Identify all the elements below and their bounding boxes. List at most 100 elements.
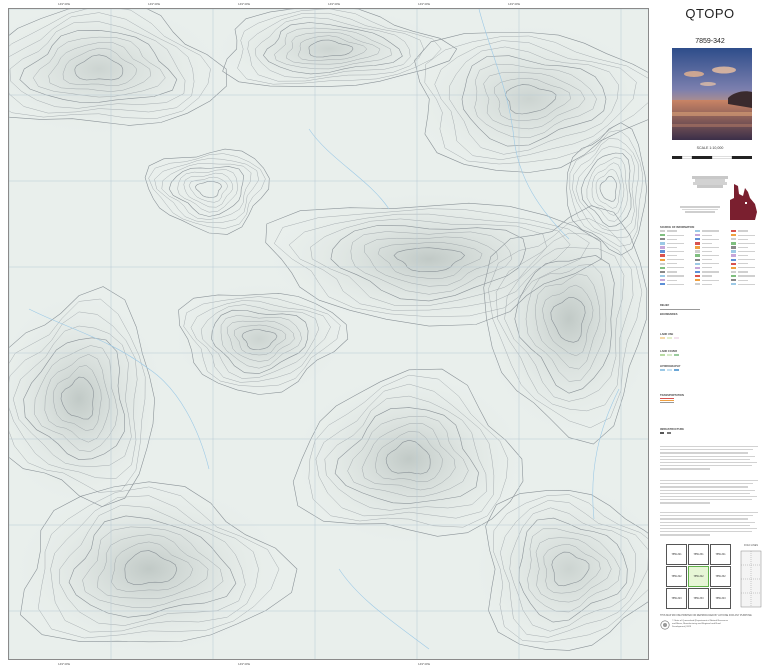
text-line-placeholder xyxy=(660,449,753,451)
text-line-placeholder xyxy=(660,499,752,501)
legend-label-placeholder xyxy=(702,267,713,269)
legend-label-placeholder xyxy=(702,230,720,232)
legend-symbol xyxy=(660,278,665,282)
text-line-placeholder xyxy=(660,524,750,527)
footer-notice: THIS MAP MAY BE PRINTED OR REPRODUCED BY… xyxy=(660,614,752,617)
legend-label-placeholder xyxy=(667,246,677,249)
legend-symbol xyxy=(660,242,665,245)
text-line-placeholder xyxy=(660,452,748,454)
text-line-placeholder xyxy=(660,480,758,482)
legend-symbol xyxy=(695,283,701,286)
topographic-map[interactable] xyxy=(9,9,649,660)
text-line-placeholder xyxy=(660,458,750,461)
legend-symbol xyxy=(695,246,701,249)
text-line-placeholder xyxy=(660,492,750,495)
legend-label-placeholder xyxy=(737,283,755,285)
legend-label-placeholder xyxy=(667,263,677,265)
queensland-crest-icon xyxy=(660,620,670,630)
cover-photo xyxy=(672,48,752,140)
legend-symbol xyxy=(695,262,701,265)
legend-label-placeholder xyxy=(702,238,720,240)
legend-symbol xyxy=(660,250,665,253)
index-cell: 7859-332 xyxy=(710,566,731,587)
legend-symbol xyxy=(660,274,665,278)
legend-label-placeholder xyxy=(702,279,720,281)
legend-row xyxy=(730,282,764,286)
legend-label-placeholder xyxy=(667,267,684,269)
legend-symbol xyxy=(660,233,665,237)
legend-heading-infrastructure: INFRASTRUCTURE xyxy=(660,428,684,431)
text-line-placeholder xyxy=(660,462,757,464)
legend-transportation: TRANSPORTATION xyxy=(660,394,764,404)
legend-symbol xyxy=(695,242,701,245)
text-line-placeholder xyxy=(660,512,758,514)
legend-label-placeholder xyxy=(737,238,748,240)
legend-heading-transportation: TRANSPORTATION xyxy=(660,394,684,397)
legend-symbol xyxy=(730,254,736,257)
legend-label-placeholder xyxy=(737,271,748,273)
legend-source-rows xyxy=(660,229,764,286)
legend-symbol xyxy=(660,262,665,265)
legend-symbol xyxy=(730,242,736,245)
legend-symbol xyxy=(730,250,736,253)
text-line-placeholder xyxy=(660,502,710,504)
legend-heading-relief: RELIEF xyxy=(660,304,670,307)
legend-label-placeholder xyxy=(702,263,720,265)
scale-bar xyxy=(672,156,752,159)
text-line-placeholder xyxy=(660,468,710,470)
legend-symbol xyxy=(660,258,665,261)
legend-symbol xyxy=(695,238,701,241)
legend-label-placeholder xyxy=(702,246,720,249)
legend-label-placeholder xyxy=(702,275,713,277)
legend-label-placeholder xyxy=(737,246,748,249)
text-line-placeholder xyxy=(660,528,757,530)
legend-symbol xyxy=(660,254,665,257)
legend-label-placeholder xyxy=(667,279,677,281)
legend-symbol xyxy=(730,262,736,265)
map-marginalia-panel: QTOPO 7859-342 SCALE 1:10,000 SOURCE OF … xyxy=(652,0,768,671)
legend-label-placeholder xyxy=(667,234,684,236)
legend-symbol xyxy=(730,238,736,241)
legend-label-placeholder xyxy=(667,238,677,240)
legend-land-use: LAND USE xyxy=(660,333,764,340)
legend-symbol xyxy=(730,270,736,274)
legend-symbol xyxy=(660,270,665,274)
legend-label-placeholder xyxy=(667,242,684,244)
legend-label-placeholder xyxy=(737,275,755,277)
legend-label-placeholder xyxy=(702,234,713,236)
text-line-placeholder xyxy=(660,489,755,491)
text-line-placeholder xyxy=(660,465,752,467)
legend-label-placeholder xyxy=(737,242,755,244)
legend: SOURCE OF INFORMATION xyxy=(660,226,764,286)
index-cell: 7859-343 xyxy=(710,588,731,609)
legend-symbol xyxy=(695,266,701,270)
legend-symbol xyxy=(695,258,701,261)
legend-symbol xyxy=(730,266,736,270)
index-cell: 7859-321 xyxy=(666,544,687,565)
legend-label-placeholder xyxy=(667,259,684,261)
copyright-notice: © State of Queensland (Department of Nat… xyxy=(672,620,729,628)
index-cell: 7859-342 xyxy=(688,566,709,587)
legend-label-placeholder xyxy=(737,250,755,253)
legend-symbol xyxy=(660,229,665,233)
legend-symbol xyxy=(730,258,736,261)
legend-infrastructure: INFRASTRUCTURE xyxy=(660,428,764,434)
index-cell: 7859-333 xyxy=(688,588,709,609)
legend-heading-land-cover: LAND COVER xyxy=(660,350,678,353)
legend-hydrography: HYDROGRAPHY xyxy=(660,365,764,372)
index-cell: 7859-331 xyxy=(688,544,709,565)
fold-diagram-icon: FOLD LINES xyxy=(738,544,764,614)
map-frame[interactable] xyxy=(8,8,649,660)
legend-symbol xyxy=(730,278,736,282)
legend-label-placeholder xyxy=(737,230,748,232)
text-line-placeholder xyxy=(660,515,753,517)
legend-label-placeholder xyxy=(667,230,677,232)
legend-label-placeholder xyxy=(667,283,684,285)
legend-heading-land-use: LAND USE xyxy=(660,333,674,336)
sheet-index-map: 7859-321 7859-331 7859-341 7859-322 7859-342… xyxy=(666,544,732,610)
text-line-placeholder xyxy=(660,486,748,488)
legend-label-placeholder xyxy=(667,275,684,277)
text-line-placeholder xyxy=(660,455,755,457)
legend-symbol xyxy=(695,254,701,257)
legend-boundaries: BOUNDARIES xyxy=(660,313,764,330)
